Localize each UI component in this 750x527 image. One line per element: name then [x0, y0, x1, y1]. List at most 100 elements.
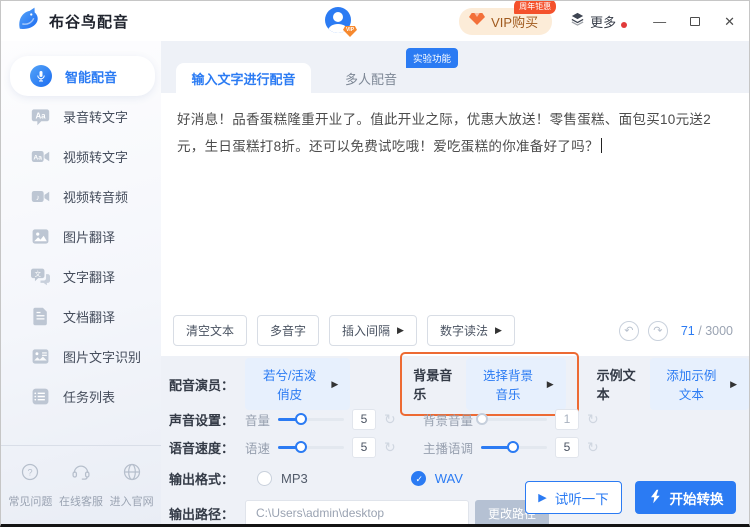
radio-circle-icon[interactable]: [257, 471, 272, 486]
rate-slider[interactable]: [278, 446, 344, 449]
speech-bubble-text-icon: Aa: [30, 106, 50, 126]
start-convert-button[interactable]: 开始转换: [635, 481, 736, 514]
faq-label: 常见问题: [8, 493, 52, 509]
reset-icon[interactable]: ↻: [384, 439, 396, 456]
sidebar-item-smart-dubbing[interactable]: 智能配音: [10, 56, 155, 96]
sidebar-item-label: 图片翻译: [63, 227, 115, 246]
dropdown-arrow-icon: ▶: [331, 379, 338, 390]
voice-actor-label: 配音演员：: [169, 375, 245, 394]
number-reading-button[interactable]: 数字读法▶: [427, 315, 515, 346]
slider-knob[interactable]: [476, 413, 488, 425]
app-logo: 布谷鸟配音: [15, 6, 129, 37]
slider-knob[interactable]: [295, 413, 307, 425]
sidebar-footer: ? 常见问题 在线客服 进入官网: [1, 446, 161, 524]
more-menu-button[interactable]: 更多: [570, 11, 627, 31]
sound-settings-label: 声音设置：: [169, 410, 245, 429]
app-title: 布谷鸟配音: [49, 11, 129, 32]
sidebar-item-label: 视频转文字: [63, 147, 128, 166]
vip-purchase-label: VIP购买: [491, 12, 538, 31]
clear-text-button[interactable]: 清空文本: [173, 315, 247, 346]
sample-text-group: 示例文本 添加示例文本▶: [597, 358, 749, 410]
close-button[interactable]: ✕: [724, 15, 735, 28]
picture-text-icon: [30, 346, 50, 366]
wav-label: WAV: [435, 471, 463, 486]
headset-icon: [71, 462, 91, 487]
sidebar-item-video-to-text[interactable]: Aa 视频转文字: [1, 136, 161, 176]
add-sample-text-button[interactable]: 添加示例文本▶: [650, 358, 749, 410]
sidebar-item-doc-translate[interactable]: 文档翻译: [1, 296, 161, 336]
experimental-feature-badge: 实验功能: [406, 48, 458, 68]
anniversary-sale-badge: 周年钜惠: [514, 0, 556, 14]
preview-button[interactable]: ▶试听一下: [525, 481, 622, 514]
reset-icon[interactable]: ↻: [384, 411, 396, 428]
svg-text:文: 文: [34, 269, 41, 278]
sidebar-item-image-ocr[interactable]: 图片文字识别: [1, 336, 161, 376]
more-label: 更多: [590, 12, 616, 31]
document-icon: [30, 306, 50, 326]
sidebar-item-label: 文档翻译: [63, 307, 115, 326]
bg-volume-value[interactable]: 1: [555, 409, 579, 430]
output-path-label: 输出路径：: [169, 504, 245, 523]
dropdown-arrow-icon: ▶: [730, 379, 737, 390]
tone-value[interactable]: 5: [555, 437, 579, 458]
sidebar-item-label: 文字翻译: [63, 267, 115, 286]
sidebar-item-image-translate[interactable]: 图片翻译: [1, 216, 161, 256]
tone-label: 主播语调: [423, 438, 473, 457]
avatar-vip-badge: VIP: [343, 26, 357, 37]
settings-panel: 配音演员： 若兮/活泼俏皮▶ 背景音乐 选择背景音乐▶ 示例文本 添加示例文本▶…: [161, 356, 749, 527]
vip-gem-icon: [469, 12, 485, 31]
tab-text-dubbing[interactable]: 输入文字进行配音: [176, 63, 311, 93]
rate-label: 语速: [245, 438, 270, 457]
tone-slider[interactable]: [481, 446, 547, 449]
user-avatar[interactable]: VIP: [325, 7, 353, 35]
app-window: 布谷鸟配音 VIP VIP购买 周年钜惠 更多 —: [0, 0, 750, 527]
chat-bubbles-icon: 文: [30, 266, 50, 286]
bg-volume-label: 背景音量: [423, 410, 473, 429]
editor-text[interactable]: 好消息！品香蛋糕隆重开业了。值此开业之际，优惠大放送！零售蛋糕、面包买10元送2…: [177, 106, 733, 160]
video-camera-audio-icon: ♪: [30, 186, 50, 206]
online-support-link[interactable]: 在线客服: [59, 462, 103, 509]
title-bar: 布谷鸟配音 VIP VIP购买 周年钜惠 更多 —: [1, 1, 749, 41]
speech-speed-row: 语音速度： 语速 5 ↻ 主播语调: [169, 433, 749, 461]
sidebar-item-video-to-audio[interactable]: ♪ 视频转音频: [1, 176, 161, 216]
sidebar-item-audio-to-text[interactable]: Aa 录音转文字: [1, 96, 161, 136]
sidebar-item-text-translate[interactable]: 文 文字翻译: [1, 256, 161, 296]
text-caret: [601, 138, 602, 153]
insert-pause-button[interactable]: 插入间隔▶: [329, 315, 417, 346]
tabs-row: 输入文字进行配音 多人配音 实验功能: [161, 41, 749, 93]
maximize-button[interactable]: [690, 17, 700, 26]
layers-icon: [570, 11, 585, 31]
volume-slider[interactable]: [278, 418, 344, 421]
radio-checked-icon[interactable]: [411, 471, 426, 486]
slider-knob[interactable]: [295, 441, 307, 453]
lightning-icon: [648, 489, 663, 507]
vip-purchase-button[interactable]: VIP购买 周年钜惠: [459, 8, 552, 35]
polyphone-button[interactable]: 多音字: [257, 315, 319, 346]
official-site-label: 进入官网: [110, 493, 154, 509]
official-site-link[interactable]: 进入官网: [110, 462, 154, 509]
radio-mp3[interactable]: MP3: [257, 471, 308, 486]
main-panel: 输入文字进行配音 多人配音 实验功能 好消息！品香蛋糕隆重开业了。值此开业之际，…: [161, 41, 749, 524]
volume-value[interactable]: 5: [352, 409, 376, 430]
output-path-input[interactable]: [245, 500, 469, 527]
slider-knob[interactable]: [507, 441, 519, 453]
sidebar-item-task-list[interactable]: 任务列表: [1, 376, 161, 416]
reset-icon[interactable]: ↻: [587, 439, 599, 456]
select-bgm-button[interactable]: 选择背景音乐▶: [466, 358, 565, 410]
voice-row: 配音演员： 若兮/活泼俏皮▶ 背景音乐 选择背景音乐▶ 示例文本 添加示例文本▶: [169, 363, 749, 405]
text-editor-area[interactable]: 好消息！品香蛋糕隆重开业了。值此开业之际，优惠大放送！零售蛋糕、面包买10元送2…: [161, 93, 749, 356]
svg-text:♪: ♪: [35, 193, 39, 202]
dropdown-arrow-icon: ▶: [397, 325, 404, 336]
editor-toolbar: 清空文本 多音字 插入间隔▶ 数字读法▶ ↶ ↷ 71 / 3000: [173, 315, 733, 346]
radio-wav[interactable]: WAV: [411, 471, 463, 486]
faq-link[interactable]: ? 常见问题: [8, 462, 52, 509]
bgm-highlight-box: 背景音乐 选择背景音乐▶: [400, 352, 578, 416]
undo-icon[interactable]: ↶: [619, 321, 639, 341]
mp3-label: MP3: [281, 471, 308, 486]
voice-actor-button[interactable]: 若兮/活泼俏皮▶: [245, 358, 350, 410]
redo-icon[interactable]: ↷: [648, 321, 668, 341]
minimize-button[interactable]: —: [653, 15, 666, 28]
bg-volume-slider[interactable]: [481, 418, 547, 421]
reset-icon[interactable]: ↻: [587, 411, 599, 428]
rate-value[interactable]: 5: [352, 437, 376, 458]
